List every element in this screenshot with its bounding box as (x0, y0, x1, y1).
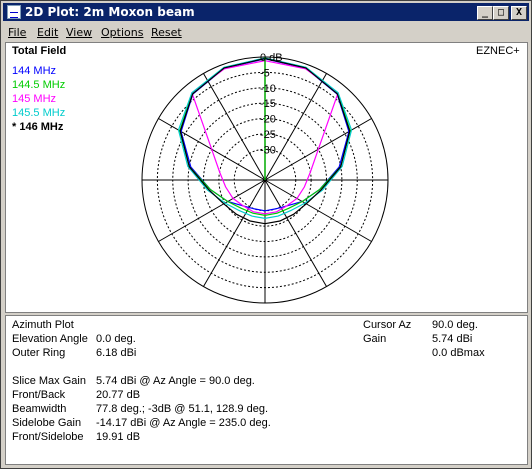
stat-beamwidth-value: 77.8 deg.; -3dB @ 51.1, 128.9 deg. (96, 403, 269, 415)
ring-label: 0 dB (260, 52, 283, 64)
ring-label: -25 (260, 129, 276, 141)
close-button[interactable]: X (511, 6, 527, 20)
menu-file[interactable]: File (8, 26, 26, 39)
menu-reset[interactable]: Reset (151, 26, 182, 39)
cursor-gain-label: Gain (363, 333, 387, 345)
info-elevation-label: Elevation Angle (12, 333, 88, 345)
plot-window: 2D Plot: 2m Moxon beam _ □ X File Edit V… (0, 0, 532, 469)
ring-label: -5 (260, 67, 270, 79)
cursor-az-label: Cursor Az (363, 319, 412, 331)
title-bar[interactable]: 2D Plot: 2m Moxon beam _ □ X (3, 3, 529, 21)
minimize-button[interactable]: _ (477, 6, 493, 20)
cursor-gain-value: 5.74 dBi (432, 333, 473, 345)
ring-label: -30 (260, 144, 276, 156)
ring-label: -10 (260, 83, 276, 95)
cursor-dbmax-value: 0.0 dBmax (432, 347, 485, 359)
spoke (203, 73, 266, 181)
plot-area[interactable]: Total Field EZNEC+ 144 MHz 144.5 MHz 145 M… (5, 42, 528, 313)
info-outer-ring-label: Outer Ring (12, 347, 66, 359)
polar-plot[interactable]: 0 dB -5 -10 -15 -20 -25 -30 (6, 43, 527, 312)
menu-view[interactable]: View (66, 26, 92, 39)
spoke (264, 179, 327, 287)
spoke (264, 179, 372, 242)
info-panel: Azimuth Plot Elevation Angle 0.0 deg. Ou… (5, 315, 528, 465)
menu-bar: File Edit View Options Reset (3, 23, 529, 41)
app-icon[interactable] (7, 5, 21, 19)
stat-front-back-label: Front/Back (12, 389, 66, 401)
stat-slice-max-gain-label: Slice Max Gain (12, 375, 86, 387)
maximize-button[interactable]: □ (493, 6, 509, 20)
stat-sidelobe-gain-value: -14.17 dBi @ Az Angle = 235.0 deg. (96, 417, 271, 429)
ring-label: -20 (260, 114, 276, 126)
menu-edit[interactable]: Edit (37, 26, 58, 39)
stat-front-back-value: 20.77 dB (96, 389, 141, 401)
window-title: 2D Plot: 2m Moxon beam (25, 5, 195, 19)
stat-slice-max-gain-value: 5.74 dBi @ Az Angle = 90.0 deg. (96, 375, 255, 387)
stat-sidelobe-gain-label: Sidelobe Gain (12, 417, 82, 429)
stat-front-sidelobe-label: Front/Sidelobe (12, 431, 84, 443)
cursor-az-value: 90.0 deg. (432, 319, 478, 331)
info-outer-ring-value: 6.18 dBi (96, 347, 137, 359)
stat-front-sidelobe-value: 19.91 dB (96, 431, 141, 443)
menu-options[interactable]: Options (101, 26, 143, 39)
spoke (158, 179, 266, 242)
info-plot-type: Azimuth Plot (12, 319, 74, 331)
spoke (203, 179, 266, 287)
info-elevation-value: 0.0 deg. (96, 333, 136, 345)
stat-beamwidth-label: Beamwidth (12, 403, 67, 415)
ring-label: -15 (260, 98, 276, 110)
